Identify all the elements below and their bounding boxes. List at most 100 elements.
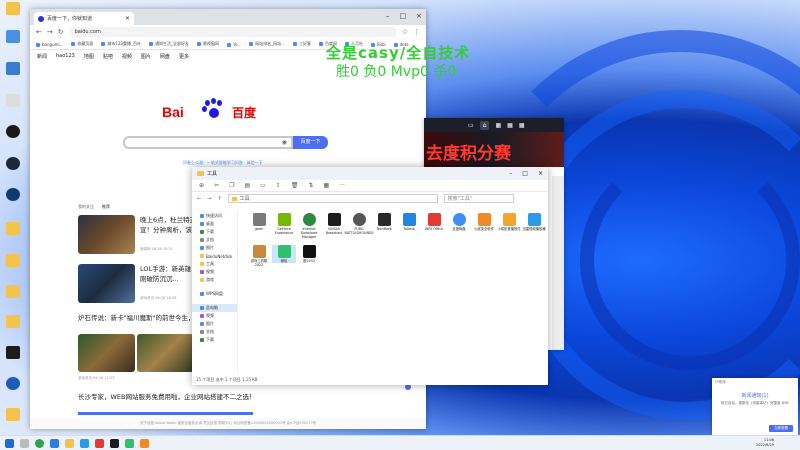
more-icon[interactable]: ··· <box>339 182 345 189</box>
bookmark[interactable]: 影视窗网 <box>197 41 219 47</box>
start-icon[interactable] <box>5 439 14 448</box>
minimize-button[interactable]: – <box>386 12 390 20</box>
file-item[interactable]: 图1933 <box>297 245 321 263</box>
close-button[interactable]: × <box>416 12 422 20</box>
taskbar-app-icon[interactable] <box>80 439 89 448</box>
file-item[interactable]: 百度网盘 <box>447 213 471 231</box>
file-item[interactable]: PUBG BATTLEGROUNDS <box>344 213 374 235</box>
browser-tab[interactable]: 百度一下，你就知道 × <box>34 12 134 25</box>
file-item[interactable]: Internet Download Manager <box>297 213 321 240</box>
back-icon[interactable]: ← <box>36 28 42 36</box>
tab-following[interactable]: 我的关注 <box>78 204 94 210</box>
file-item[interactable]: geek <box>247 213 271 231</box>
bookmark[interactable]: 网站排名_网站... <box>249 41 285 47</box>
bookmark[interactable]: Yo... <box>227 42 241 47</box>
file-item[interactable]: 小成影音播放件 <box>497 213 521 231</box>
file-item[interactable]: GeForce Experience <box>272 213 296 235</box>
nav-item[interactable]: 文档 <box>192 236 237 244</box>
desktop-icon[interactable] <box>2 94 24 116</box>
up-icon[interactable]: ↑ <box>217 196 221 202</box>
paste-icon[interactable]: ▤ <box>244 182 250 189</box>
desktop-icon[interactable] <box>2 188 24 210</box>
delete-icon[interactable]: 🗑 <box>291 182 299 189</box>
bookmark[interactable]: 城市123重播_百叶 <box>101 41 141 47</box>
nav-item-this-pc[interactable]: 此电脑 <box>192 304 237 312</box>
sort-icon[interactable]: ⇅ <box>308 182 313 189</box>
promo-hint[interactable]: 问卷上公测 · 一站式智能学习问答 · 体验一下 <box>183 160 263 166</box>
nav-item[interactable]: 图片 <box>192 320 237 328</box>
nav-item[interactable]: 视频 <box>192 312 237 320</box>
nav-link[interactable]: 新闻 <box>37 53 47 60</box>
nav-item[interactable]: 工具 <box>192 260 237 268</box>
folder-icon[interactable] <box>2 222 24 244</box>
explorer-search-input[interactable]: 搜索"工具" <box>443 194 514 203</box>
desktop-icon[interactable] <box>2 62 24 84</box>
folder-icon[interactable] <box>2 254 24 276</box>
game-scrollbar[interactable] <box>552 176 564 350</box>
screen-icon[interactable]: ▭ <box>468 122 474 129</box>
forward-icon[interactable]: → <box>207 196 211 202</box>
steam-icon[interactable] <box>2 157 24 179</box>
ad-banner[interactable] <box>78 412 253 415</box>
desktop-icon[interactable] <box>2 377 24 399</box>
nav-link[interactable]: 图片 <box>141 53 151 60</box>
nav-item[interactable]: BaiduNetdisk <box>192 252 237 260</box>
share-icon[interactable]: ⇪ <box>276 182 281 189</box>
bookmark[interactable]: 三好客 <box>293 41 311 47</box>
nav-item[interactable]: 桌面 <box>192 220 237 228</box>
rename-icon[interactable]: ▭ <box>260 182 266 189</box>
search-icon[interactable] <box>20 439 29 448</box>
desktop-icon[interactable] <box>2 2 24 24</box>
file-explorer-icon[interactable] <box>65 439 74 448</box>
desktop-icon[interactable] <box>2 30 24 52</box>
desktop-icon[interactable] <box>2 408 24 430</box>
nav-link[interactable]: 网盘 <box>160 53 170 60</box>
address-bar[interactable]: baidu.com <box>68 27 397 37</box>
explorer-path[interactable]: 工具 <box>227 194 438 203</box>
close-button[interactable]: × <box>538 170 543 177</box>
file-item[interactable]: 火绒安全软件 <box>472 213 496 231</box>
file-item-selected[interactable]: 微信 <box>272 245 296 264</box>
reload-icon[interactable]: ↻ <box>58 28 64 36</box>
nav-link[interactable]: hao123 <box>56 53 75 59</box>
bookmark[interactable]: 通知生活_全部好友 <box>149 41 189 47</box>
home-icon[interactable]: ⌂ <box>479 120 490 130</box>
minimize-button[interactable]: – <box>509 170 512 177</box>
folder-icon[interactable] <box>2 285 24 307</box>
desktop-icon[interactable] <box>2 125 24 147</box>
grid-icon[interactable]: ▦ <box>519 122 525 129</box>
camera-icon[interactable]: ◉ <box>282 139 287 146</box>
system-clock[interactable]: 11:06 2022/6/29 <box>756 438 774 448</box>
nav-item[interactable]: 文档 <box>192 328 237 336</box>
bookmark[interactable]: 收藏页面 <box>71 41 93 47</box>
nav-item[interactable]: WPS网盘 <box>192 290 237 298</box>
maximize-button[interactable]: □ <box>522 170 528 177</box>
copy-icon[interactable]: ❐ <box>229 182 234 189</box>
news-item[interactable]: 晚上6点，杜兰特正式官宣！分钟离析，该下两年 新闻网 06-28 18:31 <box>78 215 212 255</box>
news-title[interactable]: 长沙专家，WEB网站服务免费用啦，企业网站搭建不二之选！ <box>78 392 283 402</box>
new-icon[interactable]: ⊕ <box>199 182 204 189</box>
nav-item[interactable]: 下载 <box>192 336 237 344</box>
nav-link[interactable]: 视频 <box>122 53 132 60</box>
forward-icon[interactable]: → <box>47 28 53 36</box>
taskbar-app-icon[interactable] <box>140 439 149 448</box>
nav-link[interactable]: 更多 <box>179 53 189 60</box>
cut-icon[interactable]: ✂ <box>214 182 219 189</box>
chrome-icon[interactable] <box>35 439 44 448</box>
nav-item[interactable]: 图片 <box>192 244 237 252</box>
nav-item[interactable]: 快速访问 <box>192 212 237 220</box>
file-item[interactable]: TechMark <box>372 213 396 231</box>
edge-icon[interactable] <box>50 439 59 448</box>
file-item[interactable]: 迅雷视频播放器 <box>522 213 546 231</box>
search-input[interactable]: ◉ <box>123 136 293 149</box>
nav-link[interactable]: 地图 <box>84 53 94 60</box>
search-button[interactable]: 百度一下 <box>293 136 328 149</box>
taskbar-app-icon[interactable] <box>110 439 119 448</box>
grid-icon[interactable]: ▦ <box>495 122 501 129</box>
nvidia-icon[interactable] <box>2 346 24 368</box>
close-icon[interactable]: × <box>125 15 130 22</box>
view-now-button[interactable]: 立即查看 <box>769 425 793 432</box>
menu-icon[interactable]: ⋮ <box>413 28 420 36</box>
tab-recommend[interactable]: 推荐 <box>102 204 110 210</box>
file-item[interactable]: WPS Office <box>422 213 446 231</box>
